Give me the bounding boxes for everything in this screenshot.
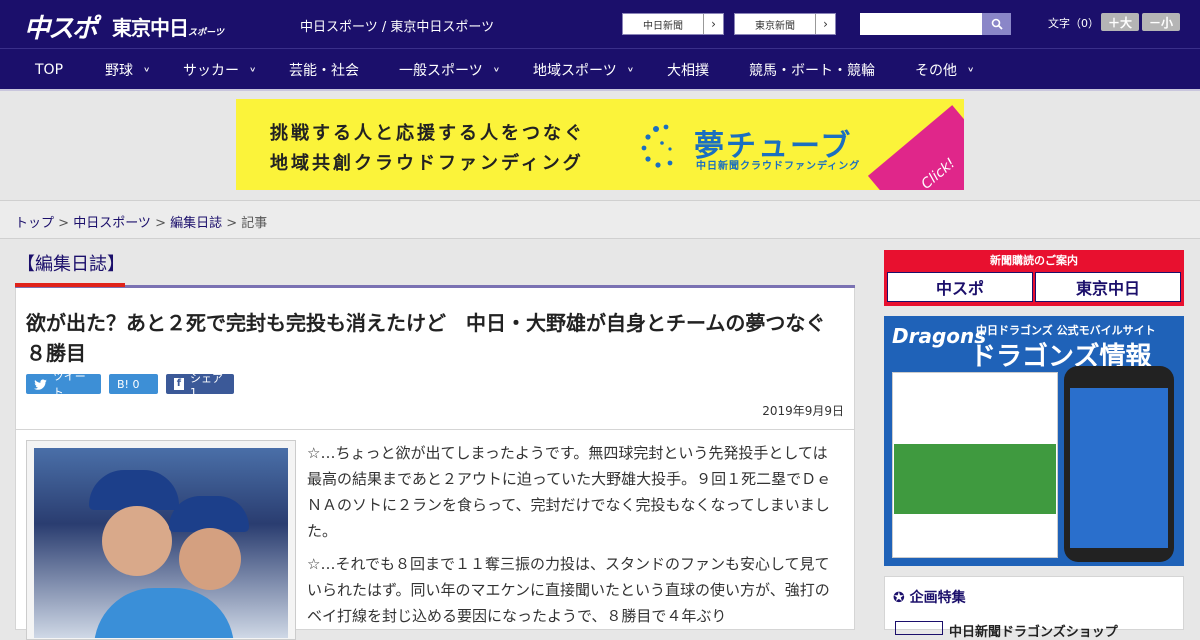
nav-item-sumo[interactable]: 大相撲	[667, 49, 709, 90]
nav-label: 一般スポーツ	[399, 62, 483, 79]
twitter-bird-icon	[34, 378, 47, 390]
banner-click-corner	[867, 105, 964, 190]
search-icon	[991, 18, 1003, 30]
photo-cap-left	[89, 470, 179, 510]
banner-brand-sub: 中日新聞クラウドファンディング	[696, 161, 861, 172]
subscribe-tokyo-button[interactable]: 東京中日	[1035, 272, 1181, 302]
tokyo-shimbun-label: 東京新聞	[755, 20, 795, 32]
nav-label: 大相撲	[667, 62, 709, 79]
crowdfunding-banner[interactable]: 挑戦する人と応援する人をつなぐ 地域共創クラウドファンディング 夢チューブ 中日…	[236, 99, 964, 190]
search-button[interactable]	[982, 13, 1011, 35]
nav-label: 競馬・ボート・競輪	[749, 62, 875, 79]
ribbon-icon: ✪	[893, 590, 905, 606]
feature-title: ✪ 企画特集	[893, 587, 966, 607]
feature-box: ✪ 企画特集 中日新聞ドラゴンズショップ	[884, 576, 1184, 640]
tokyo-chunichi-logo[interactable]: 東京中日スポーツ	[112, 12, 224, 41]
subscription-box: 新聞購読のご案内 中スポ 東京中日	[884, 250, 1184, 306]
chevron-down-icon: ∨	[492, 65, 501, 74]
photo-face-right	[179, 528, 241, 590]
photo-mascot	[94, 588, 234, 638]
banner-line-1: 挑戦する人と応援する人をつなぐ	[270, 123, 585, 144]
nav-item-top[interactable]: TOP	[35, 49, 63, 90]
nav-item-soccer[interactable]: サッカー ∨	[183, 49, 256, 90]
dots-logo-icon	[641, 124, 673, 168]
tokyo-shimbun-button[interactable]: 東京新聞 ›	[734, 13, 836, 35]
chevron-down-icon: ∨	[249, 65, 257, 74]
breadcrumb-sep: >	[222, 216, 242, 231]
baseball-field-graphic	[894, 444, 1056, 514]
nav-label: 芸能・社会	[289, 62, 359, 79]
photo-face-left	[102, 506, 172, 576]
font-decrease-button[interactable]: －小	[1142, 13, 1180, 31]
chevron-right-icon: ›	[815, 14, 835, 34]
feature-title-text: 企画特集	[909, 590, 966, 606]
article-paragraph-2: ☆…それでも８回まで１１奪三振の力投は、スタンドのファンも安心して見ていられたは…	[307, 555, 830, 625]
nav-item-racing[interactable]: 競馬・ボート・競輪	[749, 49, 875, 90]
hatena-label: B! 0	[117, 377, 140, 391]
breadcrumb-sep: >	[150, 216, 171, 231]
chuspo-logo[interactable]: 中スポ	[24, 8, 98, 45]
nav-item-local-sports[interactable]: 地域スポーツ ∨	[533, 49, 634, 90]
chevron-down-icon: ∨	[626, 65, 635, 74]
nav-label: TOP	[35, 61, 64, 78]
section-label: 【編集日誌】	[17, 254, 125, 275]
feature-item-label[interactable]: 中日新聞ドラゴンズショップ	[949, 621, 1118, 640]
header-bar: 中スポ 東京中日スポーツ 中日スポーツ / 東京中日スポーツ 中日新聞 › 東京新…	[0, 0, 1200, 48]
chunichi-shimbun-label: 中日新聞	[643, 20, 683, 32]
tweet-label: ツイート	[52, 370, 86, 399]
subscription-header: 新聞購読のご案内	[990, 254, 1078, 267]
font-size-label: 文字（0）	[1048, 17, 1099, 30]
nav-label: 地域スポーツ	[533, 62, 617, 79]
article-paragraph-1: ☆…ちょっと欲が出てしまったようです。無四球完封という先発投手としては最高の結果…	[307, 444, 832, 540]
dragons-mobile-banner[interactable]: Dragons 中日ドラゴンズ 公式モバイルサイト ドラゴンズ情報	[884, 316, 1184, 566]
tokyo-logo-small: スポーツ	[188, 28, 224, 38]
subscribe-chuspo-button[interactable]: 中スポ	[887, 272, 1033, 302]
nav-divider	[0, 89, 1200, 91]
facebook-share-label: シェア 1	[189, 371, 223, 399]
breadcrumb-sep: >	[54, 216, 74, 231]
site-tagline: 中日スポーツ / 東京中日スポーツ	[300, 20, 495, 35]
article-title: 欲が出た？あと２死で完封も完投も消えたけど 中日・大野雄が自身とチームの夢つなぐ…	[26, 311, 826, 365]
facebook-share-button[interactable]: f シェア 1	[166, 372, 234, 399]
breadcrumb-current: 記事	[241, 216, 268, 231]
article-date: 2019年9月9日	[762, 404, 844, 418]
breadcrumb-bar: トップ > 中日スポーツ > 編集日誌 > 記事	[0, 200, 1200, 239]
article-header-card: 欲が出た？あと２死で完封も完投も消えたけど 中日・大野雄が自身とチームの夢つなぐ…	[15, 288, 855, 430]
phone-screen	[1070, 388, 1168, 548]
banner-line-2: 地域共創クラウドファンディング	[270, 153, 584, 174]
article-body: ☆…ちょっと欲が出てしまったようです。無四球完封という先発投手としては最高の結果…	[15, 430, 855, 640]
feature-item-thumb[interactable]	[895, 621, 943, 635]
nav-item-general-sports[interactable]: 一般スポーツ ∨	[399, 49, 500, 90]
nav-label: サッカー	[183, 62, 239, 79]
tweet-button[interactable]: ツイート	[26, 370, 101, 399]
chevron-down-icon: ∨	[967, 65, 975, 74]
nav-item-entertainment[interactable]: 芸能・社会	[289, 49, 359, 90]
breadcrumb-top[interactable]: トップ	[15, 216, 54, 231]
breadcrumb-editorial[interactable]: 編集日誌	[170, 216, 222, 231]
chevron-down-icon: ∨	[143, 65, 151, 74]
chevron-right-icon: ›	[703, 14, 723, 34]
nav-item-baseball[interactable]: 野球 ∨	[105, 49, 150, 90]
facebook-icon: f	[174, 378, 184, 390]
photo-cap-right	[169, 496, 249, 532]
tokyo-logo-text: 東京中日	[112, 16, 189, 40]
photo-players-image	[34, 448, 288, 638]
article-photo[interactable]	[26, 440, 296, 640]
nav-item-other[interactable]: その他 ∨	[915, 49, 974, 90]
section-underline-accent	[15, 283, 125, 287]
chunichi-shimbun-button[interactable]: 中日新聞 ›	[622, 13, 724, 35]
search-input[interactable]	[860, 13, 982, 35]
breadcrumb: トップ > 中日スポーツ > 編集日誌 > 記事	[15, 212, 267, 231]
font-increase-button[interactable]: ＋大	[1101, 13, 1139, 31]
breadcrumb-chunichi-sports[interactable]: 中日スポーツ	[73, 216, 151, 231]
main-nav: TOP 野球 ∨ サッカー ∨ 芸能・社会 一般スポーツ ∨ 地域スポーツ ∨ 大相撲 …	[0, 48, 1200, 89]
hatena-bookmark-button[interactable]: B! 0	[109, 374, 158, 394]
nav-label: 野球	[105, 62, 133, 79]
nav-label: その他	[915, 62, 957, 79]
